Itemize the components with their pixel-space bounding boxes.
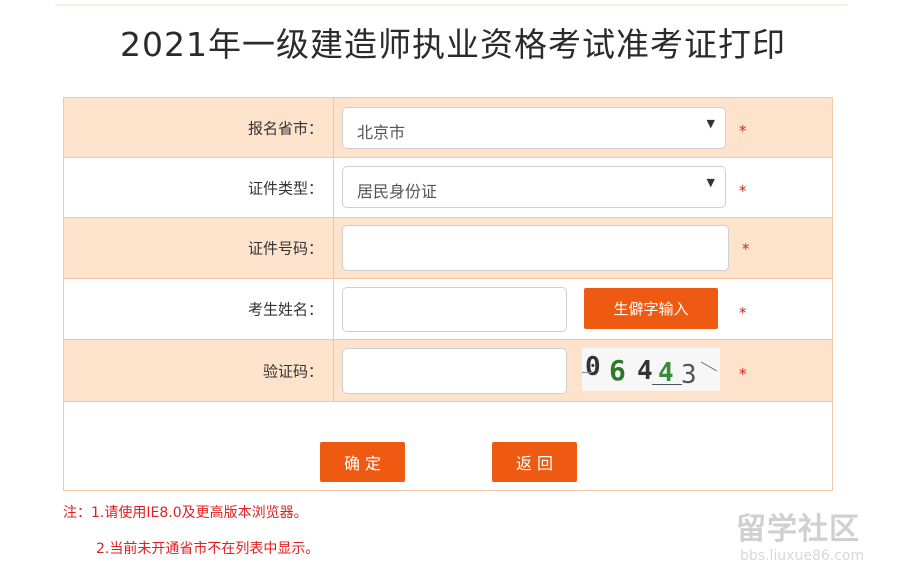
captcha-row: 验证码： 0 6 4 4 3 * bbox=[64, 340, 832, 402]
watermark-brand: 留学社区 bbox=[736, 512, 860, 547]
captcha-noise-line bbox=[582, 372, 592, 373]
name-row: 考生姓名： 生僻字输入 * bbox=[64, 279, 832, 340]
top-divider bbox=[55, 4, 847, 6]
confirm-button[interactable]: 确 定 bbox=[320, 442, 405, 482]
site-watermark-logo: 留学社区 bbs.liuxue86.com bbox=[736, 504, 896, 574]
captcha-noise-line bbox=[652, 384, 682, 385]
required-marker: * bbox=[739, 304, 747, 322]
note-line-2: 2.当前未开通省市不在列表中显示。 bbox=[96, 541, 320, 557]
id-number-input[interactable] bbox=[342, 225, 729, 271]
province-row: 报名省市： 北京市 ▼ * bbox=[64, 98, 832, 158]
id-number-row: 证件号码： * bbox=[64, 218, 832, 279]
rare-character-input-button[interactable]: 生僻字输入 bbox=[584, 288, 718, 329]
required-marker: * bbox=[739, 122, 747, 140]
chevron-down-icon: ▼ bbox=[706, 117, 715, 130]
captcha-char: 0 bbox=[585, 352, 601, 382]
captcha-image[interactable]: 0 6 4 4 3 bbox=[582, 348, 720, 391]
required-marker: * bbox=[739, 182, 747, 200]
captcha-char: 4 bbox=[637, 356, 653, 386]
id-number-label: 证件号码： bbox=[247, 239, 323, 258]
name-label: 考生姓名： bbox=[247, 300, 323, 319]
captcha-noise-line bbox=[700, 361, 718, 372]
page-title: 2021年一级建造师执业资格考试准考证打印 bbox=[120, 25, 786, 64]
captcha-char: 6 bbox=[609, 354, 626, 387]
province-select[interactable]: 北京市 ▼ bbox=[342, 107, 726, 149]
id-type-row: 证件类型： 居民身份证 ▼ * bbox=[64, 158, 832, 218]
note-line-1: 注：1.请使用IE8.0及更高版本浏览器。 bbox=[63, 505, 308, 521]
id-type-label: 证件类型： bbox=[247, 179, 323, 197]
captcha-label: 验证码： bbox=[262, 362, 323, 380]
admission-ticket-form: 报名省市： 北京市 ▼ * 证件类型： 居民身份证 ▼ * 证件号码： * 考生… bbox=[63, 97, 833, 491]
required-marker: * bbox=[739, 365, 747, 383]
name-input[interactable] bbox=[342, 287, 567, 332]
chevron-down-icon: ▼ bbox=[706, 176, 715, 189]
province-select-value: 北京市 bbox=[357, 123, 406, 142]
captcha-input[interactable] bbox=[342, 348, 567, 394]
required-marker: * bbox=[742, 240, 750, 258]
id-type-select-value: 居民身份证 bbox=[357, 182, 438, 201]
back-button[interactable]: 返 回 bbox=[492, 442, 577, 482]
province-label: 报名省市： bbox=[247, 119, 323, 137]
captcha-char: 3 bbox=[681, 360, 697, 390]
id-type-select[interactable]: 居民身份证 ▼ bbox=[342, 166, 726, 208]
watermark-url: bbs.liuxue86.com bbox=[740, 548, 865, 564]
